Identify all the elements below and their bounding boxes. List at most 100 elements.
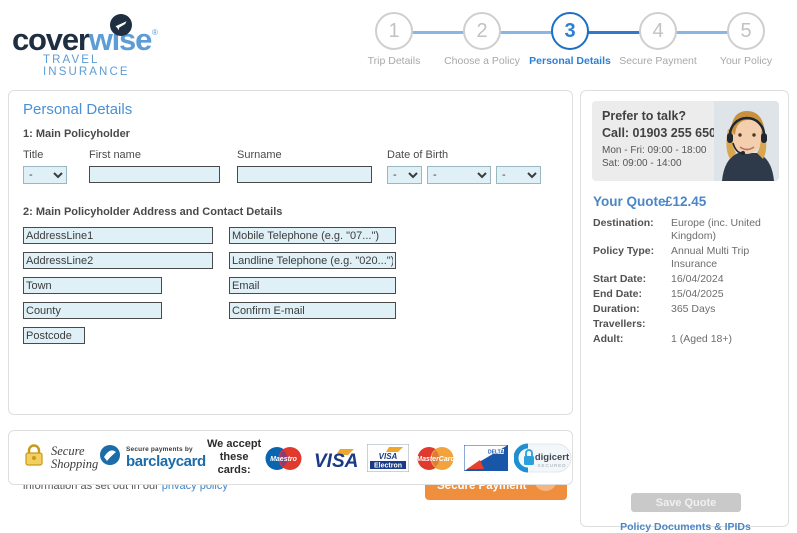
barclaycard-name: barclaycard	[126, 452, 206, 470]
quote-value-policy-type: Annual Multi Trip Insurance	[671, 245, 750, 270]
quote-value-duration: 365 Days	[671, 303, 716, 315]
confirm-email-input[interactable]	[229, 302, 396, 319]
mobile-telephone-input[interactable]	[229, 227, 396, 244]
stepper-label-2: Choose a Policy	[444, 55, 520, 67]
svg-text:VISA: VISA	[314, 451, 358, 471]
visa-electron-card-logo: VISA Electron	[366, 443, 410, 473]
quote-key-duration: Duration:	[593, 303, 640, 315]
logo-registered-mark: ®	[152, 28, 158, 37]
dob-month-select[interactable]: -	[427, 166, 491, 184]
quote-row-duration: Duration: 365 Days	[593, 303, 779, 316]
opening-hours-weekday: Mon - Fri: 09:00 - 18:00	[602, 145, 707, 156]
stepper-step-choose-a-policy[interactable]: 2 Choose a Policy	[438, 12, 526, 67]
svg-text:digicert: digicert	[535, 452, 570, 463]
section-heading-main-policyholder: 1: Main Policyholder	[23, 128, 130, 140]
address-line-2-input[interactable]	[23, 252, 213, 269]
accept-line2: these	[219, 451, 249, 463]
page-title: Personal Details	[23, 101, 133, 118]
quote-sidebar: Prefer to talk? Call: 01903 255 650 Mon …	[580, 90, 789, 533]
email-input[interactable]	[229, 277, 396, 294]
first-name-input[interactable]	[89, 166, 220, 183]
quote-row-travellers: Travellers:	[593, 318, 779, 331]
stepper-label-5: Your Policy	[719, 55, 773, 67]
quote-row-policy-type: Policy Type: Annual Multi Trip Insurance	[593, 245, 779, 271]
delta-card-logo: DELTA	[463, 444, 509, 472]
visa-card-logo: VISA	[312, 447, 365, 472]
title-select[interactable]: -	[23, 166, 67, 184]
stepper-number-3: 3	[551, 12, 589, 50]
barclaycard-swirl-icon	[99, 444, 121, 471]
logo-text-cover: cover	[12, 22, 90, 57]
personal-details-panel: Personal Details 1: Main Policyholder Ti…	[8, 90, 573, 500]
digicert-secured-badge: digicert SECURED	[513, 439, 572, 477]
surname-input[interactable]	[237, 166, 372, 183]
stepper-step-your-policy[interactable]: 5 Your Policy	[702, 12, 790, 67]
secure-shopping-badge: Secure Shopping	[23, 431, 98, 484]
secure-shopping-line2: Shopping	[51, 456, 99, 471]
first-name-label: First name	[89, 149, 141, 161]
coverwise-logo[interactable]: coverwise ® TRAVEL INSURANCE	[10, 10, 170, 78]
stepper-number-4: 4	[639, 12, 677, 50]
stepper-step-personal-details[interactable]: 3 Personal Details	[526, 12, 614, 67]
stepper-step-secure-payment[interactable]: 4 Secure Payment	[614, 12, 702, 67]
svg-text:Electron: Electron	[374, 463, 402, 470]
barclaycard-tagline: Secure payments by	[126, 445, 193, 453]
stepper-label-3: Personal Details	[529, 55, 611, 67]
surname-label: Surname	[237, 149, 282, 161]
opening-hours-saturday: Sat: 09:00 - 14:00	[602, 158, 682, 169]
quote-key-adult: Adult:	[593, 333, 624, 345]
stepper-number-2: 2	[463, 12, 501, 50]
quote-key-start-date: Start Date:	[593, 273, 647, 285]
page-root: coverwise ® TRAVEL INSURANCE 1 Trip Deta…	[0, 0, 797, 533]
maestro-card-logo: Maestro	[260, 446, 307, 471]
stepper-label-1: Trip Details	[367, 55, 421, 67]
logo-tagline: TRAVEL INSURANCE	[43, 54, 130, 78]
landline-telephone-input[interactable]	[229, 252, 396, 269]
quote-value-end-date: 15/04/2025	[671, 288, 724, 300]
quote-key-policy-type: Policy Type:	[593, 245, 655, 257]
secure-shopping-line1: Secure	[51, 443, 85, 458]
save-quote-button[interactable]: Save Quote	[631, 493, 741, 512]
quote-value-adult: 1 (Aged 18+)	[671, 333, 733, 345]
date-of-birth-label: Date of Birth	[387, 149, 449, 161]
title-label: Title	[23, 149, 44, 161]
quote-key-travellers: Travellers:	[593, 318, 646, 330]
quote-row-end-date: End Date: 15/04/2025	[593, 288, 779, 301]
padlock-icon	[23, 443, 45, 472]
town-input[interactable]	[23, 277, 162, 294]
county-input[interactable]	[23, 302, 162, 319]
progress-stepper: 1 Trip Details 2 Choose a Policy 3 Perso…	[350, 12, 790, 78]
quote-row-destination: Destination: Europe (inc. United Kingdom…	[593, 217, 779, 243]
svg-text:DELTA: DELTA	[488, 450, 504, 456]
svg-text:MasterCard: MasterCard	[416, 456, 455, 463]
stepper-step-trip-details[interactable]: 1 Trip Details	[350, 12, 438, 67]
link-policy-documents-ipids[interactable]: Policy Documents & IPIDs	[589, 521, 782, 533]
quote-price: £12.45	[665, 194, 707, 209]
quote-value-destination: Europe (inc. United Kingdom)	[671, 217, 761, 242]
postcode-input[interactable]	[23, 327, 85, 344]
site-header: coverwise ® TRAVEL INSURANCE 1 Trip Deta…	[0, 0, 797, 84]
mastercard-card-logo: MasterCard	[412, 446, 459, 471]
quote-summary-table: Destination: Europe (inc. United Kingdom…	[593, 217, 779, 348]
quote-value-start-date: 16/04/2024	[671, 273, 724, 285]
stepper-label-4: Secure Payment	[619, 55, 697, 67]
prefer-to-talk-box: Prefer to talk? Call: 01903 255 650 Mon …	[592, 101, 779, 181]
svg-text:Maestro: Maestro	[270, 456, 298, 463]
accept-line1: We accept	[207, 438, 262, 450]
secure-shopping-label: Secure Shopping	[51, 443, 99, 471]
call-agent-photo	[714, 101, 779, 181]
barclaycard-label: Secure payments by barclaycard	[126, 446, 206, 470]
quote-key-end-date: End Date:	[593, 288, 643, 300]
phone-number: Call: 01903 255 650	[602, 126, 716, 140]
dob-day-select[interactable]: -	[387, 166, 422, 184]
we-accept-cards-label: We accept these cards:	[207, 431, 261, 484]
stepper-number-1: 1	[375, 12, 413, 50]
stepper-number-5: 5	[727, 12, 765, 50]
svg-text:SECURED: SECURED	[537, 463, 566, 468]
svg-text:VISA: VISA	[379, 452, 398, 461]
dob-year-select[interactable]: -	[496, 166, 541, 184]
sidebar-links: Policy Documents & IPIDs Sports, Activit…	[589, 521, 782, 533]
quote-row-adult: Adult: 1 (Aged 18+)	[593, 333, 779, 346]
section-heading-address-contact: 2: Main Policyholder Address and Contact…	[23, 206, 283, 218]
address-line-1-input[interactable]	[23, 227, 213, 244]
